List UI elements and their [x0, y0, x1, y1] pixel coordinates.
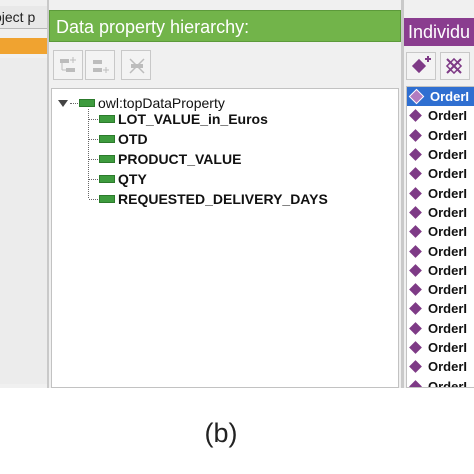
list-item-label: OrderI — [428, 127, 468, 143]
object-property-tree — [0, 58, 48, 384]
figure-caption: (b) — [0, 418, 474, 449]
list-item-label: OrderI — [428, 147, 468, 163]
delete-property-button[interactable] — [121, 50, 151, 80]
list-item-label: OrderI — [428, 378, 468, 388]
list-item[interactable]: OrderI — [407, 106, 474, 125]
add-sibling-property-button[interactable] — [85, 50, 115, 80]
individual-icon — [409, 206, 422, 219]
list-item-label: OrderI — [428, 262, 468, 278]
individual-icon — [409, 321, 422, 335]
collapse-toggle-icon[interactable] — [58, 99, 68, 107]
list-item-label: OrderI — [428, 224, 468, 240]
figure-caption-label: (b) — [204, 418, 238, 448]
tree-item-label: PRODUCT_VALUE — [118, 151, 242, 167]
list-item[interactable]: OrderI — [407, 280, 474, 299]
list-item[interactable]: OrderI — [407, 126, 474, 145]
delete-property-icon — [129, 58, 145, 74]
individual-icon — [409, 360, 422, 374]
delete-individual-button[interactable] — [440, 52, 470, 80]
object-property-header — [0, 38, 48, 54]
individual-icon — [409, 109, 422, 123]
individuals-list: OrderI OrderI OrderI OrderI OrderI Order… — [406, 86, 474, 388]
list-item[interactable]: OrderI — [407, 299, 474, 318]
data-property-header: Data property hierarchy: — [49, 10, 401, 42]
data-property-icon — [99, 195, 115, 203]
add-individual-button[interactable] — [406, 52, 436, 80]
tree-item-label: LOT_VALUE_in_Euros — [118, 111, 268, 127]
individual-icon — [409, 128, 422, 142]
tree-item-label: QTY — [118, 171, 147, 187]
list-item-label: OrderI — [428, 243, 468, 259]
individual-icon — [409, 186, 422, 200]
individual-icon — [409, 167, 422, 181]
object-property-tab-label: oject p — [0, 9, 36, 25]
list-item-label: OrderI — [428, 185, 468, 201]
list-item-label: OrderI — [428, 359, 468, 375]
list-item-label: OrderI — [428, 340, 468, 355]
individuals-header: Individu — [404, 18, 474, 46]
tree-item[interactable]: REQUESTED_DELIVERY_DAYS — [88, 189, 328, 209]
list-item-label: OrderI — [428, 301, 468, 317]
individual-icon — [409, 341, 422, 354]
data-property-icon — [99, 135, 115, 143]
tree-connector — [89, 138, 98, 140]
list-item[interactable]: OrderI — [407, 338, 474, 357]
data-property-tree: owl:topDataProperty LOT_VALUE_in_Euros O… — [51, 88, 399, 388]
individual-icon — [409, 379, 422, 387]
individuals-panel: Individu OrderI OrderI OrderI OrderI Ord… — [404, 0, 474, 388]
data-property-icon — [79, 99, 95, 107]
add-individual-icon — [411, 56, 431, 74]
data-property-toolbar — [49, 46, 401, 84]
tree-connector — [89, 118, 98, 120]
list-item[interactable]: OrderI — [407, 164, 474, 183]
tree-item-label: REQUESTED_DELIVERY_DAYS — [118, 191, 328, 207]
list-item-label: OrderI — [428, 108, 468, 124]
tree-item[interactable]: LOT_VALUE_in_Euros — [88, 109, 328, 129]
list-item[interactable]: OrderI — [407, 183, 474, 202]
list-item[interactable]: OrderI — [407, 145, 474, 164]
individual-icon — [409, 148, 422, 161]
tree-connector — [70, 102, 78, 104]
list-item[interactable]: OrderI — [407, 319, 474, 338]
object-property-tab[interactable]: oject p — [0, 6, 48, 29]
tree-item[interactable]: PRODUCT_VALUE — [88, 149, 328, 169]
delete-individual-icon — [445, 57, 463, 75]
list-item-label: OrderI — [428, 282, 468, 298]
add-subproperty-icon — [60, 57, 76, 72]
app-window: oject p Data property hierarchy: — [0, 0, 474, 388]
tree-connector — [89, 198, 98, 200]
list-item[interactable]: OrderI — [407, 222, 474, 241]
data-property-panel: Data property hierarchy: owl:topDataProp… — [49, 0, 401, 388]
list-item-label: OrderI — [428, 166, 468, 182]
list-item[interactable]: OrderI — [407, 357, 474, 376]
add-subproperty-button[interactable] — [53, 50, 83, 80]
add-sibling-property-icon — [93, 60, 109, 73]
tree-item-label: OTD — [118, 131, 148, 147]
data-property-icon — [99, 115, 115, 123]
tree-item[interactable]: OTD — [88, 129, 328, 149]
tree-connector — [89, 158, 98, 160]
list-item-label: OrderI — [428, 204, 468, 220]
data-property-icon — [99, 155, 115, 163]
individual-icon — [409, 283, 422, 296]
list-item[interactable]: OrderI — [407, 203, 474, 222]
tree-connector — [89, 178, 98, 180]
list-item-label: OrderI — [430, 89, 470, 105]
individual-icon — [409, 225, 422, 239]
individual-icon — [408, 88, 425, 105]
individual-icon — [409, 244, 422, 258]
object-property-panel: oject p — [0, 0, 48, 388]
list-item[interactable]: OrderI — [407, 87, 474, 107]
tree-children: LOT_VALUE_in_Euros OTD PRODUCT_VALUE QTY… — [88, 109, 328, 209]
list-item-label: OrderI — [428, 320, 468, 336]
list-item[interactable]: OrderI — [407, 261, 474, 280]
individual-icon — [409, 302, 422, 316]
tree-item[interactable]: QTY — [88, 169, 328, 189]
list-item[interactable]: OrderI — [407, 376, 474, 388]
list-item[interactable]: OrderI — [407, 241, 474, 260]
data-property-icon — [99, 175, 115, 183]
individual-icon — [409, 263, 422, 277]
